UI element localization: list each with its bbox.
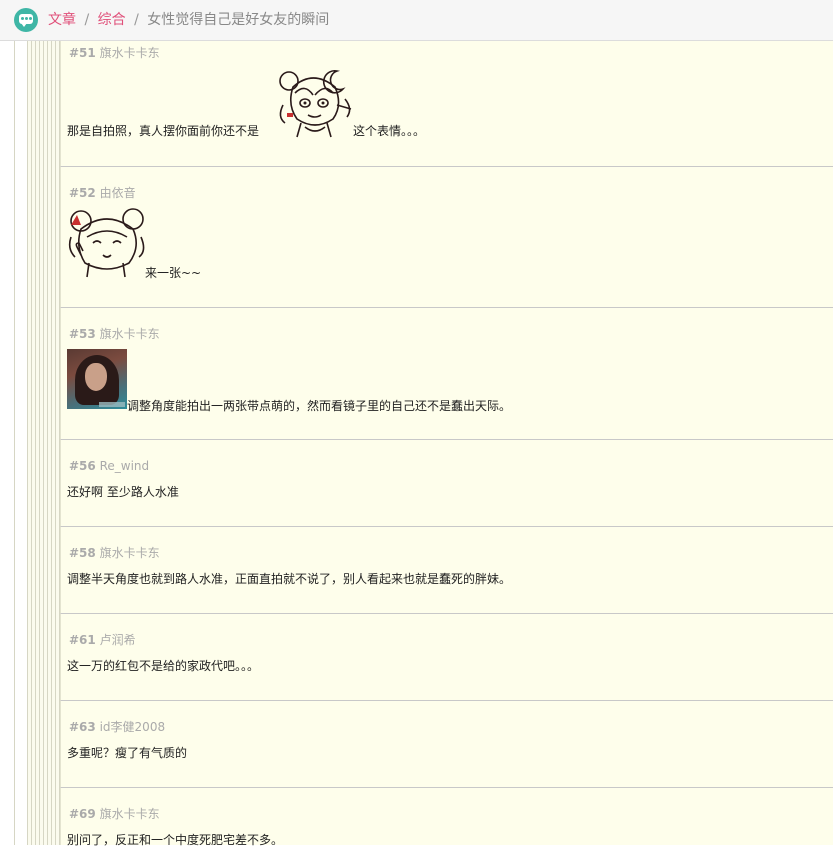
comment-post: #61 卢润希 这一万的红包不是给的家政代吧。。。: [60, 614, 833, 701]
breadcrumb-separator: /: [84, 12, 90, 28]
comment-post: #52 由依音 来一张~~: [60, 167, 833, 308]
comment-author[interactable]: 卢润希: [100, 633, 136, 647]
comment-author[interactable]: Re_wind: [100, 459, 150, 473]
comment-author[interactable]: 旗水卡卡东: [100, 807, 160, 821]
comment-text: 多重呢？瘦了有气质的: [67, 746, 188, 760]
comment-author[interactable]: 由依音: [100, 186, 136, 200]
breadcrumb-category-link[interactable]: 综合: [98, 12, 126, 28]
comment-post: #69 旗水卡卡东 别问了，反正和一个中度死肥宅差不多。: [60, 788, 833, 847]
comment-header: #69 旗水卡卡东: [69, 806, 160, 822]
comment-text: 那是自拍照，真人摆你面前你还不是: [67, 124, 260, 138]
comment-post: #63 id李健2008 多重呢？瘦了有气质的: [60, 701, 833, 788]
comment-text: 这个表情。。。: [353, 124, 426, 138]
manga-smoking-girl-emote: [279, 69, 352, 138]
floor-number: #63: [69, 720, 96, 734]
comment-header: #58 旗水卡卡东: [69, 545, 160, 561]
thread-nesting-rails: [0, 41, 60, 845]
manga-thumbs-girl-emote: [68, 208, 145, 278]
comment-header: #63 id李健2008: [69, 719, 165, 735]
comment-author[interactable]: 旗水卡卡东: [100, 327, 160, 341]
breadcrumb-separator: /: [134, 12, 139, 28]
comment-author[interactable]: 旗水卡卡东: [100, 46, 160, 60]
comment-text: 来一张~~: [145, 266, 202, 280]
comment-text: 调整半天角度也就到路人水准，正面直拍就不说了，别人看起来也就是蠢死的胖妹。: [67, 572, 512, 586]
selfie-photo[interactable]: [67, 349, 127, 409]
comment-post: #53 旗水卡卡东 调整角度能拍出一两张带点萌的，然而看镜子里的自己还不是蠢出天…: [60, 308, 833, 440]
floor-number: #69: [69, 807, 96, 821]
comment-text: 这一万的红包不是给的家政代吧。。。: [67, 659, 260, 673]
breadcrumb: 文章 / 综合 / 女性觉得自己是好女友的瞬间: [48, 11, 329, 29]
comment-text: 还好啊 至少路人水准: [67, 485, 179, 499]
floor-number: #56: [69, 459, 96, 473]
comment-author[interactable]: id李健2008: [100, 720, 166, 734]
breadcrumb-articles-link[interactable]: 文章: [48, 12, 76, 28]
site-logo-icon[interactable]: [14, 8, 38, 32]
comment-header: #52 由依音: [69, 185, 136, 201]
comment-text: 别问了，反正和一个中度死肥宅差不多。: [67, 833, 284, 847]
comment-header: #53 旗水卡卡东: [69, 326, 160, 342]
floor-number: #51: [69, 46, 96, 60]
floor-number: #61: [69, 633, 96, 647]
comment-post: #58 旗水卡卡东 调整半天角度也就到路人水准，正面直拍就不说了，别人看起来也就…: [60, 527, 833, 614]
floor-number: #53: [69, 327, 96, 341]
comment-header: #61 卢润希: [69, 632, 136, 648]
comment-post: #51 旗水卡卡东 那是自拍照，真人摆你面前你还不是 这个表情。。。: [60, 41, 833, 167]
floor-number: #52: [69, 186, 96, 200]
comment-text: 调整角度能拍出一两张带点萌的，然而看镜子里的自己还不是蠢出天际。: [127, 399, 512, 413]
comment-post: #56 Re_wind 还好啊 至少路人水准: [60, 440, 833, 527]
floor-number: #58: [69, 546, 96, 560]
top-bar: 文章 / 综合 / 女性觉得自己是好女友的瞬间: [0, 0, 833, 41]
comment-header: #56 Re_wind: [69, 458, 149, 474]
comment-header: #51 旗水卡卡东: [69, 45, 160, 61]
comment-author[interactable]: 旗水卡卡东: [100, 546, 160, 560]
page-title: 女性觉得自己是好女友的瞬间: [147, 12, 330, 28]
